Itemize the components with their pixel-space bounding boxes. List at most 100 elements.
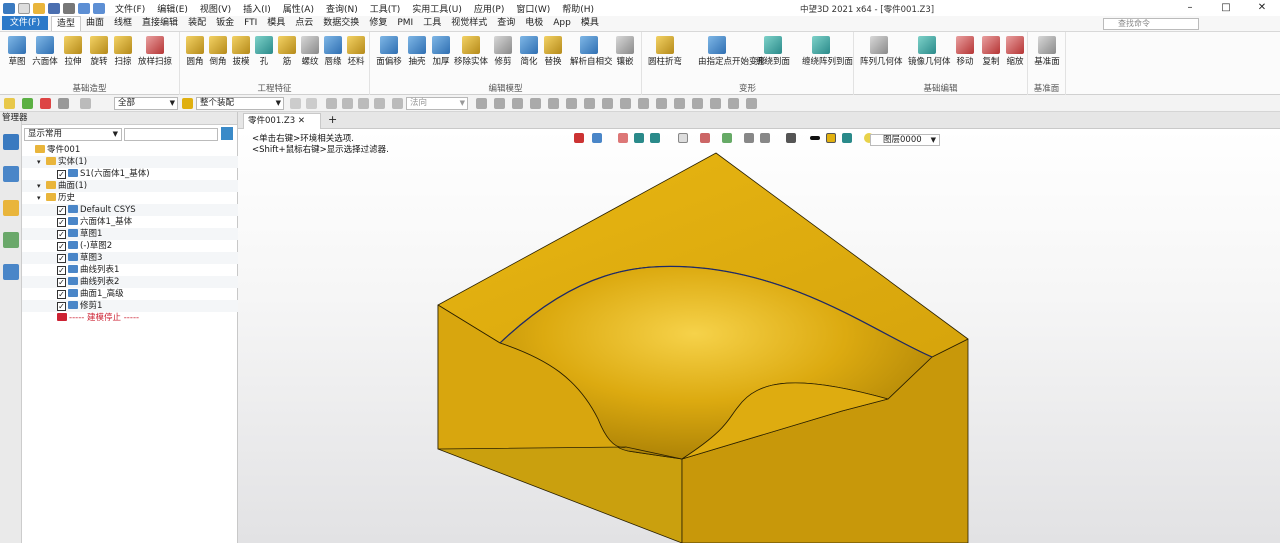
add-icon[interactable]: [22, 98, 33, 109]
close-tab-icon[interactable]: ✕: [298, 116, 305, 126]
datum-plane-button[interactable]: 基准面: [1034, 34, 1060, 67]
expand-icon[interactable]: ▾: [37, 192, 46, 204]
expand-icon[interactable]: ▾: [37, 180, 46, 192]
remove-icon[interactable]: [40, 98, 51, 109]
visibility-checkbox[interactable]: ✓: [57, 278, 66, 287]
3d-viewport[interactable]: <单击右键>环境相关选项. <Shift+鼠标右键>显示选择过滤器. 图层000…: [238, 129, 1280, 543]
visibility-checkbox[interactable]: ✓: [57, 254, 66, 263]
point-deform-button[interactable]: 由指定点开始变形: [698, 34, 766, 67]
command-search-input[interactable]: 查找命令: [1103, 18, 1199, 30]
tree-row[interactable]: ----- 建模停止 -----: [22, 312, 238, 324]
snap2-icon[interactable]: [306, 98, 317, 109]
snap-e-icon[interactable]: [548, 98, 559, 109]
tab-fti[interactable]: FTI: [239, 16, 262, 31]
tab-repair[interactable]: 修复: [364, 16, 392, 31]
stock-button[interactable]: 坯料: [343, 34, 369, 67]
tab-file[interactable]: 文件(F): [2, 16, 48, 30]
normal-select[interactable]: 法向 ▼: [406, 97, 468, 110]
tab-pmi[interactable]: PMI: [392, 16, 418, 31]
tree-row[interactable]: ✓ 草图1: [22, 228, 238, 240]
menu-edit[interactable]: 编辑(E): [157, 2, 188, 15]
visibility-checkbox[interactable]: ✓: [57, 230, 66, 239]
tree-row[interactable]: ▾ 历史: [22, 192, 238, 204]
expand-icon[interactable]: ▾: [37, 156, 46, 168]
tab-direct-edit[interactable]: 直接编辑: [137, 16, 183, 31]
edge-filter-icon[interactable]: [342, 98, 353, 109]
tree-row[interactable]: ✓ Default CSYS: [22, 204, 238, 216]
visibility-checkbox[interactable]: ✓: [57, 206, 66, 215]
menu-insert[interactable]: 插入(I): [243, 2, 271, 15]
menu-apps[interactable]: 应用(P): [474, 2, 504, 15]
funnel-icon[interactable]: [221, 127, 233, 140]
feature-icon[interactable]: [3, 200, 19, 216]
menu-help[interactable]: 帮助(H): [562, 2, 594, 15]
tree-row[interactable]: ✓ 修剪1: [22, 300, 238, 312]
tab-sheetmetal[interactable]: 钣金: [211, 16, 239, 31]
tab-electrode[interactable]: 电极: [520, 16, 548, 31]
menu-tools[interactable]: 工具(T): [370, 2, 401, 15]
snap-o-icon[interactable]: [728, 98, 739, 109]
print-icon[interactable]: [63, 2, 75, 14]
loft-sweep-button[interactable]: 放样扫掠: [138, 34, 172, 67]
part-model[interactable]: [238, 129, 1280, 543]
new-tab-icon[interactable]: +: [328, 113, 337, 126]
display-filter-select[interactable]: 显示常用 ▼: [24, 128, 122, 141]
tab-mold[interactable]: 模具: [262, 16, 290, 31]
cylinder-bend-button[interactable]: 圆柱折弯: [648, 34, 682, 67]
pattern-button[interactable]: 阵列几何体: [860, 34, 903, 67]
body-filter-icon[interactable]: [374, 98, 385, 109]
visibility-checkbox[interactable]: ✓: [57, 242, 66, 251]
tab-pointcloud[interactable]: 点云: [290, 16, 318, 31]
snap-icon[interactable]: [290, 98, 301, 109]
tab-visual-style[interactable]: 视觉样式: [446, 16, 492, 31]
tab-document[interactable]: 零件001.Z3 ✕: [243, 113, 321, 129]
wrap-pattern-button[interactable]: 缠绕阵列到面: [802, 34, 853, 67]
select-pointer-icon[interactable]: [4, 98, 15, 109]
visibility-checkbox[interactable]: ✓: [57, 302, 66, 311]
sweep-button[interactable]: 扫掠: [110, 34, 136, 67]
tab-assembly[interactable]: 装配: [183, 16, 211, 31]
mirror-button[interactable]: 镜像几何体: [908, 34, 951, 67]
tab-wireframe[interactable]: 线框: [109, 16, 137, 31]
assembly-select[interactable]: 整个装配 ▼: [196, 97, 284, 110]
tree-row[interactable]: ✓ 草图3: [22, 252, 238, 264]
filter-select[interactable]: 全部 ▼: [114, 97, 178, 110]
maximize-icon[interactable]: □: [1208, 0, 1244, 16]
manager-icon[interactable]: [3, 134, 19, 150]
menu-file[interactable]: 文件(F): [115, 2, 145, 15]
image-icon[interactable]: [3, 232, 19, 248]
menu-utilities[interactable]: 实用工具(U): [412, 2, 462, 15]
snap-b-icon[interactable]: [494, 98, 505, 109]
point-filter-icon[interactable]: [326, 98, 337, 109]
menu-window[interactable]: 窗口(W): [516, 2, 550, 15]
rotate-select-icon[interactable]: [80, 98, 91, 109]
wrap-to-face-button[interactable]: 缠绕到面: [756, 34, 790, 67]
snap-d-icon[interactable]: [530, 98, 541, 109]
snap-i-icon[interactable]: [620, 98, 631, 109]
tab-app[interactable]: App: [548, 16, 576, 31]
user-icon[interactable]: [3, 264, 19, 280]
snap-a-icon[interactable]: [476, 98, 487, 109]
tree-row[interactable]: ✓ 曲线列表2: [22, 276, 238, 288]
minimize-icon[interactable]: –: [1172, 0, 1208, 16]
close-icon[interactable]: ✕: [1244, 0, 1280, 16]
emboss-button[interactable]: 镶嵌: [612, 34, 638, 67]
tree-row[interactable]: ✓ 曲线列表1: [22, 264, 238, 276]
snap-p-icon[interactable]: [746, 98, 757, 109]
redo-icon[interactable]: [93, 2, 105, 14]
snap-g-icon[interactable]: [584, 98, 595, 109]
clock-icon[interactable]: [392, 98, 403, 109]
tree-row[interactable]: ▾ 曲面(1): [22, 180, 238, 192]
tree-filter-input[interactable]: [124, 128, 218, 141]
snap-f-icon[interactable]: [566, 98, 577, 109]
visibility-checkbox[interactable]: ✓: [57, 218, 66, 227]
filter-icon[interactable]: [58, 98, 69, 109]
tab-data-exchange[interactable]: 数据交换: [318, 16, 364, 31]
tab-modeling[interactable]: 造型: [51, 16, 82, 31]
assembly-tree-icon[interactable]: [3, 166, 19, 182]
tree-row[interactable]: ▾ 实体(1): [22, 156, 238, 168]
snap-c-icon[interactable]: [512, 98, 523, 109]
tab-query[interactable]: 查询: [492, 16, 520, 31]
self-intersect-button[interactable]: 解析自相交: [570, 34, 613, 67]
open-file-icon[interactable]: [33, 2, 45, 14]
